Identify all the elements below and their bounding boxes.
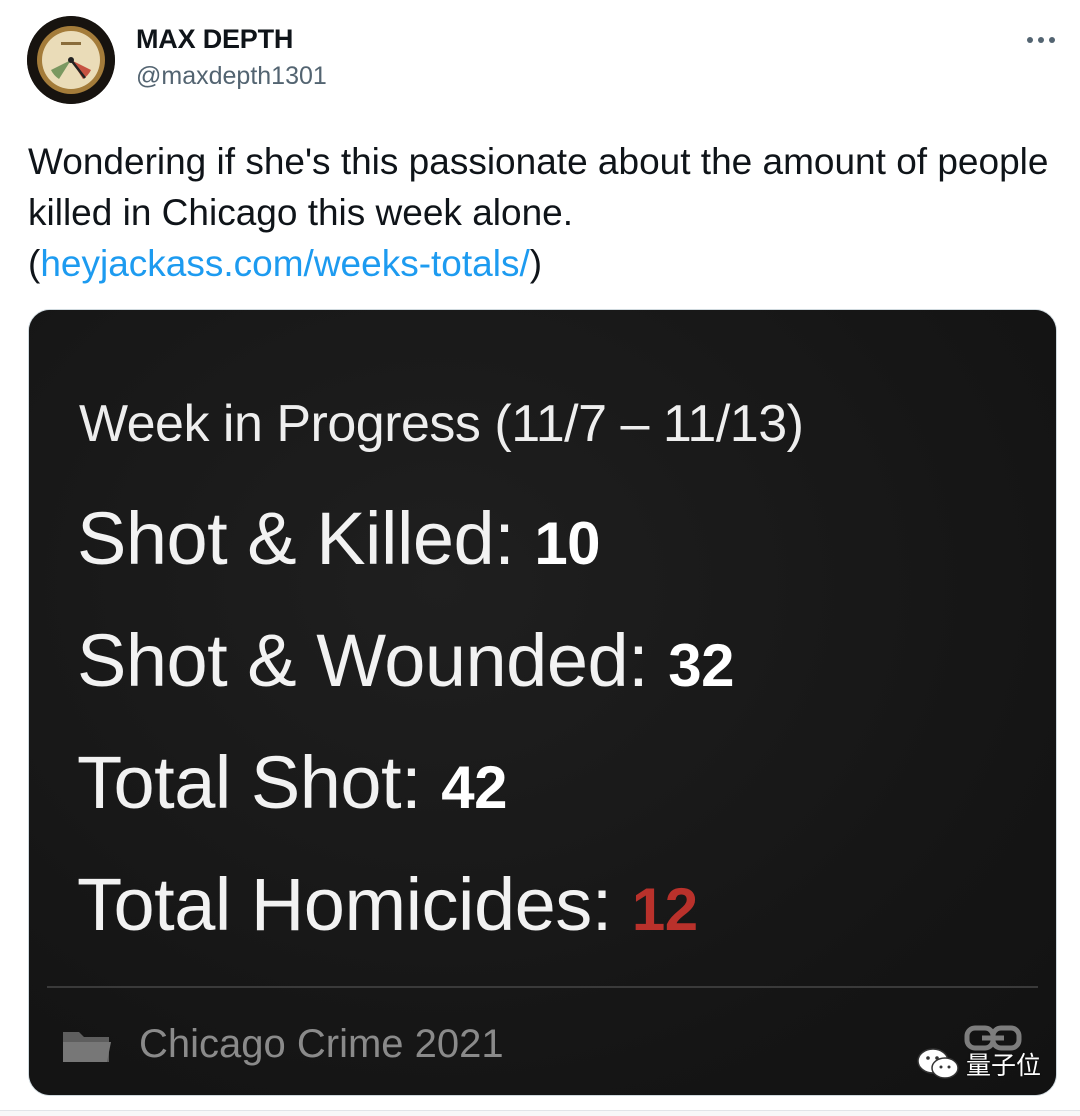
depth-gauge-icon [27, 16, 115, 104]
stat-value: 32 [668, 632, 735, 699]
stat-total-homicides: Total Homicides: 12 [77, 862, 698, 947]
more-options-icon [1027, 37, 1055, 43]
author-avatar[interactable] [27, 16, 115, 104]
stat-label: Shot & Wounded: [77, 619, 669, 702]
watermark-text: 量子位 [966, 1052, 1042, 1080]
category-label: Chicago Crime 2021 [139, 1022, 504, 1066]
stat-value: 10 [534, 510, 601, 577]
paren-open: ( [28, 243, 41, 284]
week-label: Week in Progress (11/7 – 11/13) [79, 395, 804, 453]
watermark: 量子位 [916, 1046, 1041, 1082]
stat-shot-wounded: Shot & Wounded: 32 [77, 618, 735, 703]
folder-icon [61, 1026, 113, 1069]
bottom-divider [0, 1110, 1080, 1116]
stat-label: Total Homicides: [77, 863, 632, 946]
author-handle[interactable]: @maxdepth1301 [136, 62, 327, 91]
stat-shot-killed: Shot & Killed: 10 [77, 496, 601, 581]
tweet-body: Wondering if she's this passionate about… [28, 141, 1049, 233]
stat-label: Shot & Killed: [77, 497, 535, 580]
paren-close: ) [529, 243, 543, 284]
media-divider [47, 986, 1038, 988]
stat-total-shot: Total Shot: 42 [77, 740, 507, 825]
tweet-link[interactable]: heyjackass.com/weeks-totals/ [40, 243, 529, 284]
stat-label: Total Shot: [77, 741, 442, 824]
author-name[interactable]: MAX DEPTH [136, 24, 293, 55]
stat-value-highlight: 12 [631, 876, 698, 943]
stat-value: 42 [441, 754, 507, 821]
wechat-icon [917, 1048, 959, 1079]
tweet-text: Wondering if she's this passionate about… [28, 136, 1068, 289]
tweet-media-image[interactable]: Week in Progress (11/7 – 11/13) Shot & K… [28, 309, 1057, 1096]
more-options-button[interactable] [1014, 22, 1068, 58]
